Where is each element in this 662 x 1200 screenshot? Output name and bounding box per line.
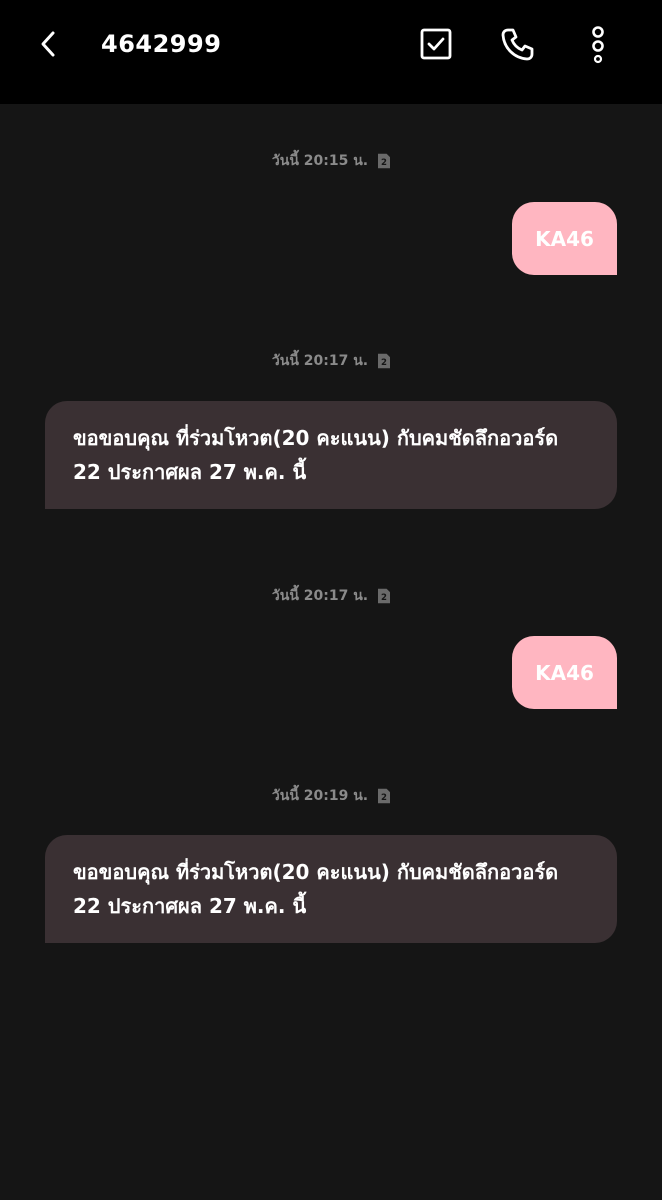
message-bubble-incoming[interactable]: ขอขอบคุณ ที่ร่วมโหวต(20 คะแนน) กับคมชัดล… bbox=[45, 401, 617, 509]
message-bubble-outgoing[interactable]: KA46 bbox=[512, 636, 617, 709]
sim-number: 2 bbox=[381, 593, 387, 603]
sim-card-icon: 2 bbox=[378, 353, 391, 369]
message-bubble-outgoing[interactable]: KA46 bbox=[512, 202, 617, 275]
message-text: KA46 bbox=[535, 226, 594, 251]
message-text: KA46 bbox=[535, 660, 594, 685]
more-options-button[interactable] bbox=[576, 22, 620, 66]
message-text: ขอขอบคุณ ที่ร่วมโหวต(20 คะแนน) กับคมชัดล… bbox=[73, 860, 559, 918]
timestamp-text: วันนี้ 20:15 น. bbox=[271, 153, 369, 169]
timestamp-text: วันนี้ 20:19 น. bbox=[271, 788, 369, 804]
timestamp-text: วันนี้ 20:17 น. bbox=[271, 588, 369, 604]
top-app-bar: 4642999 bbox=[0, 0, 662, 104]
message-timestamp: วันนี้ 20:19 น. 2 bbox=[0, 785, 662, 807]
select-messages-button[interactable] bbox=[414, 22, 458, 66]
message-text: ขอขอบคุณ ที่ร่วมโหวต(20 คะแนน) กับคมชัดล… bbox=[73, 426, 559, 484]
checkbox-icon bbox=[420, 28, 452, 60]
sim-number: 2 bbox=[381, 793, 387, 803]
sim-card-icon: 2 bbox=[378, 788, 391, 804]
back-button[interactable] bbox=[28, 24, 68, 64]
timestamp-text: วันนี้ 20:17 น. bbox=[271, 353, 369, 369]
phone-icon bbox=[501, 28, 534, 61]
sim-number: 2 bbox=[381, 158, 387, 168]
message-timestamp: วันนี้ 20:15 น. 2 bbox=[0, 150, 662, 172]
sim-card-icon: 2 bbox=[378, 153, 391, 169]
message-timestamp: วันนี้ 20:17 น. 2 bbox=[0, 585, 662, 607]
contact-title: 4642999 bbox=[101, 30, 222, 58]
message-bubble-incoming[interactable]: ขอขอบคุณ ที่ร่วมโหวต(20 คะแนน) กับคมชัดล… bbox=[45, 835, 617, 943]
sim-number: 2 bbox=[381, 358, 387, 368]
sim-card-icon: 2 bbox=[378, 588, 391, 604]
chevron-left-icon bbox=[41, 31, 55, 57]
conversation-screen: 4642999 วันนี้ 20:15 น. 2 KA46 วันนี้ 20… bbox=[0, 0, 662, 1200]
more-vertical-icon bbox=[592, 26, 604, 64]
message-timestamp: วันนี้ 20:17 น. 2 bbox=[0, 350, 662, 372]
call-button[interactable] bbox=[495, 22, 539, 66]
